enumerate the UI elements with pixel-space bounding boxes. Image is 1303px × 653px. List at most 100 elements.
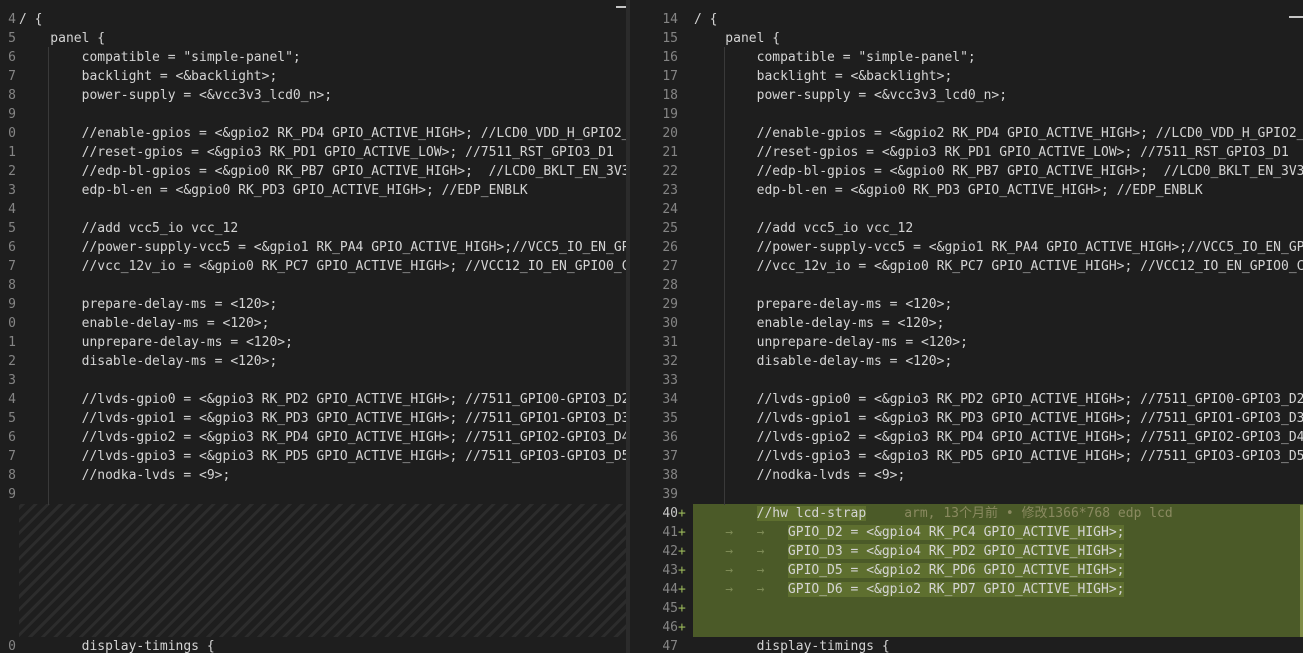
code-line[interactable]: 7 //lvds-gpio3 = <&gpio3 RK_PD5 GPIO_ACT… [0, 447, 626, 466]
code-text: enable-delay-ms = <120>; [19, 316, 270, 331]
code-line[interactable]: 25 //add vcc5_io vcc_12 [630, 219, 1303, 238]
code-line[interactable]: 0 enable-delay-ms = <120>; [0, 314, 626, 333]
code-line[interactable]: 5 panel { [0, 29, 626, 48]
code-line[interactable]: 27 //vcc_12v_io = <&gpio0 RK_PC7 GPIO_AC… [630, 257, 1303, 276]
added-code-line[interactable]: 45 + [630, 599, 1303, 618]
added-code-line[interactable]: 42 + → → GPIO_D3 = <&gpio4 RK_PD2 GPIO_AC… [630, 542, 1303, 561]
code-line[interactable]: 0 //enable-gpios = <&gpio2 RK_PD4 GPIO_A… [0, 124, 626, 143]
code-line[interactable]: 34 //lvds-gpio0 = <&gpio3 RK_PD2 GPIO_AC… [630, 390, 1303, 409]
added-code-line[interactable]: 46 + [630, 618, 1303, 637]
line-number: 19 [662, 107, 678, 122]
code-text: backlight = <&backlight>; [19, 69, 278, 84]
line-number: 8 [8, 88, 16, 103]
code-text: //lvds-gpio0 = <&gpio3 RK_PD2 GPIO_ACTIV… [694, 392, 1303, 407]
code-line[interactable]: 31 unprepare-delay-ms = <120>; [630, 333, 1303, 352]
code-line[interactable]: 5 //lvds-gpio1 = <&gpio3 RK_PD3 GPIO_ACT… [0, 409, 626, 428]
line-number: 32 [662, 354, 678, 369]
code-line[interactable]: 23 edp-bl-en = <&gpio0 RK_PD3 GPIO_ACTIV… [630, 181, 1303, 200]
line-number: 31 [662, 335, 678, 350]
code-line[interactable]: 6 //power-supply-vcc5 = <&gpio1 RK_PA4 G… [0, 238, 626, 257]
code-line[interactable]: 4 //lvds-gpio0 = <&gpio3 RK_PD2 GPIO_ACT… [0, 390, 626, 409]
line-number: 7 [8, 449, 16, 464]
code-text: //edp-bl-gpios = <&gpio0 RK_PB7 GPIO_ACT… [694, 164, 1303, 179]
code-text: edp-bl-en = <&gpio0 RK_PD3 GPIO_ACTIVE_H… [19, 183, 528, 198]
line-number: 34 [662, 392, 678, 407]
code-line[interactable]: 4 [0, 200, 626, 219]
code-line[interactable]: 15 panel { [630, 29, 1303, 48]
code-line[interactable]: 7 backlight = <&backlight>; [0, 67, 626, 86]
line-number: 0 [8, 126, 16, 141]
code-line[interactable]: 1 unprepare-delay-ms = <120>; [0, 333, 626, 352]
code-line[interactable]: 5 //add vcc5_io vcc_12 [0, 219, 626, 238]
line-number: 33 [662, 373, 678, 388]
code-line[interactable]: 9 prepare-delay-ms = <120>; [0, 295, 626, 314]
code-line[interactable]: 9 [0, 485, 626, 504]
code-line[interactable]: 2 disable-delay-ms = <120>; [0, 352, 626, 371]
line-number: 28 [662, 278, 678, 293]
code-text: //lvds-gpio1 = <&gpio3 RK_PD3 GPIO_ACTIV… [694, 411, 1303, 426]
code-line[interactable]: 16 compatible = "simple-panel"; [630, 48, 1303, 67]
code-line[interactable]: 4/ { [0, 10, 626, 29]
code-line[interactable]: 33 [630, 371, 1303, 390]
code-text: //enable-gpios = <&gpio2 RK_PD4 GPIO_ACT… [19, 126, 626, 141]
code-line[interactable]: 6 //lvds-gpio2 = <&gpio3 RK_PD4 GPIO_ACT… [0, 428, 626, 447]
line-number: 17 [662, 69, 678, 84]
code-line[interactable]: 32 disable-delay-ms = <120>; [630, 352, 1303, 371]
added-code-line[interactable]: 43 + → → GPIO_D5 = <&gpio2 RK_PD6 GPIO_AC… [630, 561, 1303, 580]
line-number: 9 [8, 487, 16, 502]
code-text: //enable-gpios = <&gpio2 RK_PD4 GPIO_ACT… [694, 126, 1303, 141]
added-code-line[interactable]: 40 + //hw lcd-strap arm, 13个月前 • 修改1366*76… [630, 504, 1303, 523]
tab-whitespace-arrows: → → [694, 582, 788, 597]
code-line[interactable]: 8 //nodka-lvds = <9>; [0, 466, 626, 485]
code-text: → → GPIO_D5 = <&gpio2 RK_PD6 GPIO_ACTIVE… [694, 561, 1125, 580]
added-code-line[interactable]: 41 + → → GPIO_D2 = <&gpio4 RK_PC4 GPIO_AC… [630, 523, 1303, 542]
added-text: //hw lcd-strap [756, 506, 867, 521]
code-line[interactable]: 8 [0, 276, 626, 295]
code-line[interactable]: 24 [630, 200, 1303, 219]
code-text: display-timings { [19, 639, 215, 653]
line-number: 8 [8, 278, 16, 293]
code-line[interactable]: 6 compatible = "simple-panel"; [0, 48, 626, 67]
code-line[interactable]: 28 [630, 276, 1303, 295]
code-line[interactable]: 26 //power-supply-vcc5 = <&gpio1 RK_PA4 … [630, 238, 1303, 257]
line-number: 4 [8, 12, 16, 27]
code-line[interactable]: 37 //lvds-gpio3 = <&gpio3 RK_PD5 GPIO_AC… [630, 447, 1303, 466]
code-line[interactable]: 29 prepare-delay-ms = <120>; [630, 295, 1303, 314]
line-number: 41 [662, 525, 678, 540]
code-line[interactable]: 21 //reset-gpios = <&gpio3 RK_PD1 GPIO_A… [630, 143, 1303, 162]
line-number: 45 [662, 601, 678, 616]
line-number: 9 [8, 107, 16, 122]
code-line[interactable]: 14 / { [630, 10, 1303, 29]
added-code-line[interactable]: 44 + → → GPIO_D6 = <&gpio2 RK_PD7 GPIO_AC… [630, 580, 1303, 599]
code-text: //add vcc5_io vcc_12 [19, 221, 239, 236]
code-line[interactable]: 18 power-supply = <&vcc3v3_lcd0_n>; [630, 86, 1303, 105]
code-line[interactable]: 17 backlight = <&backlight>; [630, 67, 1303, 86]
line-number: 3 [8, 373, 16, 388]
code-line[interactable]: 19 [630, 105, 1303, 124]
modified-pane[interactable]: 14/ {15 panel {16 compatible = "simple-p… [630, 0, 1303, 653]
line-number: 42 [662, 544, 678, 559]
line-number: 37 [662, 449, 678, 464]
code-line[interactable]: 1 //reset-gpios = <&gpio3 RK_PD1 GPIO_AC… [0, 143, 626, 162]
code-line[interactable]: 8 power-supply = <&vcc3v3_lcd0_n>; [0, 86, 626, 105]
code-line[interactable]: 39 [630, 485, 1303, 504]
code-line[interactable]: 22 //edp-bl-gpios = <&gpio0 RK_PB7 GPIO_… [630, 162, 1303, 181]
tab-whitespace-arrows: → → [694, 525, 788, 540]
code-line[interactable]: 38 //nodka-lvds = <9>; [630, 466, 1303, 485]
code-line[interactable]: 3 edp-bl-en = <&gpio0 RK_PD3 GPIO_ACTIVE… [0, 181, 626, 200]
code-line[interactable]: 9 [0, 105, 626, 124]
code-line[interactable]: 30 enable-delay-ms = <120>; [630, 314, 1303, 333]
original-pane[interactable]: 4/ {5 panel {6 compatible = "simple-pane… [0, 0, 626, 653]
code-line[interactable]: 2 //edp-bl-gpios = <&gpio0 RK_PB7 GPIO_A… [0, 162, 626, 181]
code-line[interactable]: 35 //lvds-gpio1 = <&gpio3 RK_PD3 GPIO_AC… [630, 409, 1303, 428]
code-line[interactable]: 47 display-timings { [630, 637, 1303, 653]
code-line[interactable]: 36 //lvds-gpio2 = <&gpio3 RK_PD4 GPIO_AC… [630, 428, 1303, 447]
code-text: //power-supply-vcc5 = <&gpio1 RK_PA4 GPI… [694, 240, 1303, 255]
code-text: //lvds-gpio2 = <&gpio3 RK_PD4 GPIO_ACTIV… [694, 430, 1303, 445]
minimap-slider[interactable] [616, 6, 626, 8]
code-line[interactable]: 0 display-timings { [0, 637, 626, 653]
code-line[interactable]: 3 [0, 371, 626, 390]
code-line[interactable]: 20 //enable-gpios = <&gpio2 RK_PD4 GPIO_… [630, 124, 1303, 143]
code-line[interactable]: 7 //vcc_12v_io = <&gpio0 RK_PC7 GPIO_ACT… [0, 257, 626, 276]
